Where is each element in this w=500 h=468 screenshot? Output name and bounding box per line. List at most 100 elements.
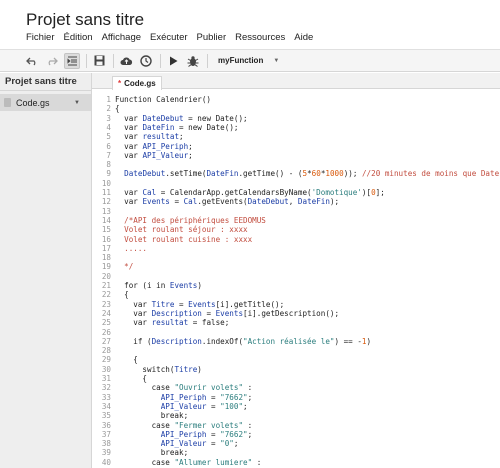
line-number: 26	[101, 327, 111, 337]
triggers-icon[interactable]	[138, 53, 154, 69]
code-line[interactable]: 13	[92, 207, 500, 216]
menu-edition[interactable]: Édition	[64, 32, 93, 43]
line-number: 30	[101, 364, 111, 374]
sidebar-file-code-gs[interactable]: Code.gs ▼	[0, 94, 91, 111]
code-token: DateDebut	[142, 113, 184, 123]
code-token: var	[115, 113, 143, 123]
code-line[interactable]: 15 Volet roulant séjour : xxxx	[92, 225, 500, 234]
line-number: 17	[101, 243, 111, 253]
code-token: DateDebut	[247, 197, 289, 207]
code-line[interactable]: 7 var API_Valeur;	[92, 151, 500, 160]
line-number: 34	[101, 401, 111, 411]
tab-code-gs[interactable]: * Code.gs	[112, 76, 162, 90]
code-line[interactable]: 33 API_Periph = "7662";	[92, 393, 500, 402]
line-number: 4	[106, 122, 111, 132]
cloud-publish-icon[interactable]	[118, 53, 134, 69]
code-line[interactable]: 17 .....	[92, 244, 500, 253]
code-line[interactable]: 9 DateDebut.setTime(DateFin.getTime() - …	[92, 169, 500, 178]
code-line[interactable]: 32 case "Ouvrir volets" :	[92, 383, 500, 392]
code-token: [i].getDescription();	[243, 308, 340, 318]
menu-executer[interactable]: Exécuter	[150, 32, 188, 43]
code-line[interactable]: 4 var DateFin = new Date();	[92, 123, 500, 132]
undo-icon[interactable]	[24, 53, 40, 69]
code-line[interactable]: 39 break;	[92, 448, 500, 457]
code-line[interactable]: 40 case "Allumer lumiere" :	[92, 458, 500, 467]
code-line[interactable]: 16 Volet roulant cuisine : xxxx	[92, 235, 500, 244]
function-select-value: myFunction	[218, 56, 264, 65]
line-number: 36	[101, 420, 111, 430]
code-line[interactable]: 27 if (Description.indexOf("Action réali…	[92, 337, 500, 346]
redo-icon[interactable]	[44, 53, 60, 69]
save-icon[interactable]	[91, 53, 107, 69]
code-line[interactable]: 5 var resultat;	[92, 132, 500, 141]
code-text: {	[115, 374, 147, 383]
menu-aide[interactable]: Aide	[294, 32, 313, 43]
debug-icon[interactable]	[185, 53, 201, 69]
code-line[interactable]: 38 API_Valeur = "0";	[92, 439, 500, 448]
code-token: resultat	[142, 132, 180, 142]
menu-publier[interactable]: Publier	[197, 32, 227, 43]
code-line[interactable]: 34 API_Valeur = "100";	[92, 402, 500, 411]
menu-fichier[interactable]: Fichier	[26, 32, 55, 43]
menu-ressources[interactable]: Ressources	[235, 32, 285, 43]
code-line[interactable]: 21 for (i in Events)	[92, 281, 500, 290]
code-token: ;	[179, 132, 184, 142]
code-line[interactable]: 3 var DateDebut = new Date();	[92, 114, 500, 123]
line-number: 18	[101, 253, 111, 263]
code-token: var	[115, 141, 143, 151]
code-line[interactable]: 26	[92, 328, 500, 337]
code-line[interactable]: 25 var resultat = false;	[92, 318, 500, 327]
code-line[interactable]: 1 Function Calendrier()	[92, 95, 500, 104]
code-line[interactable]: 12 var Events = Cal.getEvents(DateDebut,…	[92, 197, 500, 206]
code-token: = new Date();	[174, 122, 239, 132]
code-line[interactable]: 36 case "Fermer volets" :	[92, 421, 500, 430]
code-line[interactable]: 37 API_Periph = "7662";	[92, 430, 500, 439]
code-text: var Cal = CalendarApp.getCalendarsByName…	[115, 188, 385, 197]
code-line[interactable]: 18	[92, 253, 500, 262]
code-line[interactable]: 30 switch(Titre)	[92, 365, 500, 374]
code-token: Events	[215, 308, 244, 318]
indent-icon[interactable]	[64, 52, 80, 69]
function-select[interactable]: myFunction ▼	[214, 54, 283, 67]
code-line[interactable]: 8	[92, 160, 500, 169]
toolbar-separator	[86, 53, 87, 68]
code-line[interactable]: 24 var Description = Events[i].getDescri…	[92, 309, 500, 318]
code-token: {	[115, 290, 129, 300]
code-line[interactable]: 19 */	[92, 262, 500, 271]
code-token: =	[169, 197, 184, 207]
line-number: 35	[101, 411, 111, 421]
code-token: )	[197, 364, 202, 374]
code-line[interactable]: 35 break;	[92, 411, 500, 420]
code-line[interactable]: 6 var API_Periph;	[92, 142, 500, 151]
code-editor[interactable]: 1 Function Calendrier() 2{3 var DateDebut …	[92, 90, 500, 468]
code-line[interactable]: 28	[92, 346, 500, 355]
run-icon[interactable]	[165, 53, 181, 69]
code-line[interactable]: 10	[92, 179, 500, 188]
code-token: Titre	[151, 299, 175, 309]
code-line[interactable]: 14 /*API des périphériques EEDOMUS	[92, 216, 500, 225]
menu-affichage[interactable]: Affichage	[102, 32, 141, 43]
code-text: var API_Valeur;	[115, 151, 193, 160]
code-token: "7662"	[220, 429, 248, 439]
code-token: =	[174, 299, 189, 309]
code-token: "Action réalisée le"	[243, 336, 335, 346]
code-token: )[	[361, 188, 372, 197]
file-sidebar: Projet sans titre Code.gs ▼	[0, 73, 92, 468]
project-title[interactable]: Projet sans titre	[26, 10, 144, 30]
chevron-down-icon[interactable]: ▼	[74, 100, 80, 106]
line-number: 16	[101, 234, 111, 244]
code-line[interactable]: 11 var Cal = CalendarApp.getCalendarsByN…	[92, 188, 500, 197]
line-number: 25	[101, 318, 111, 328]
line-number: 33	[101, 392, 111, 402]
code-line[interactable]: 23 var Titre = Events[i].getTitle();	[92, 300, 500, 309]
code-line[interactable]: 20	[92, 272, 500, 281]
code-line[interactable]: 22 {	[92, 290, 500, 299]
code-token: case	[115, 383, 175, 393]
code-text: var DateDebut = new Date();	[115, 113, 247, 123]
code-line[interactable]: 29 {	[92, 355, 500, 364]
code-token: API_Periph	[160, 392, 207, 402]
code-line[interactable]: 2{	[92, 104, 500, 113]
line-number: 8	[106, 160, 111, 170]
code-line[interactable]: 31 {	[92, 374, 500, 383]
code-token: )	[197, 281, 202, 290]
